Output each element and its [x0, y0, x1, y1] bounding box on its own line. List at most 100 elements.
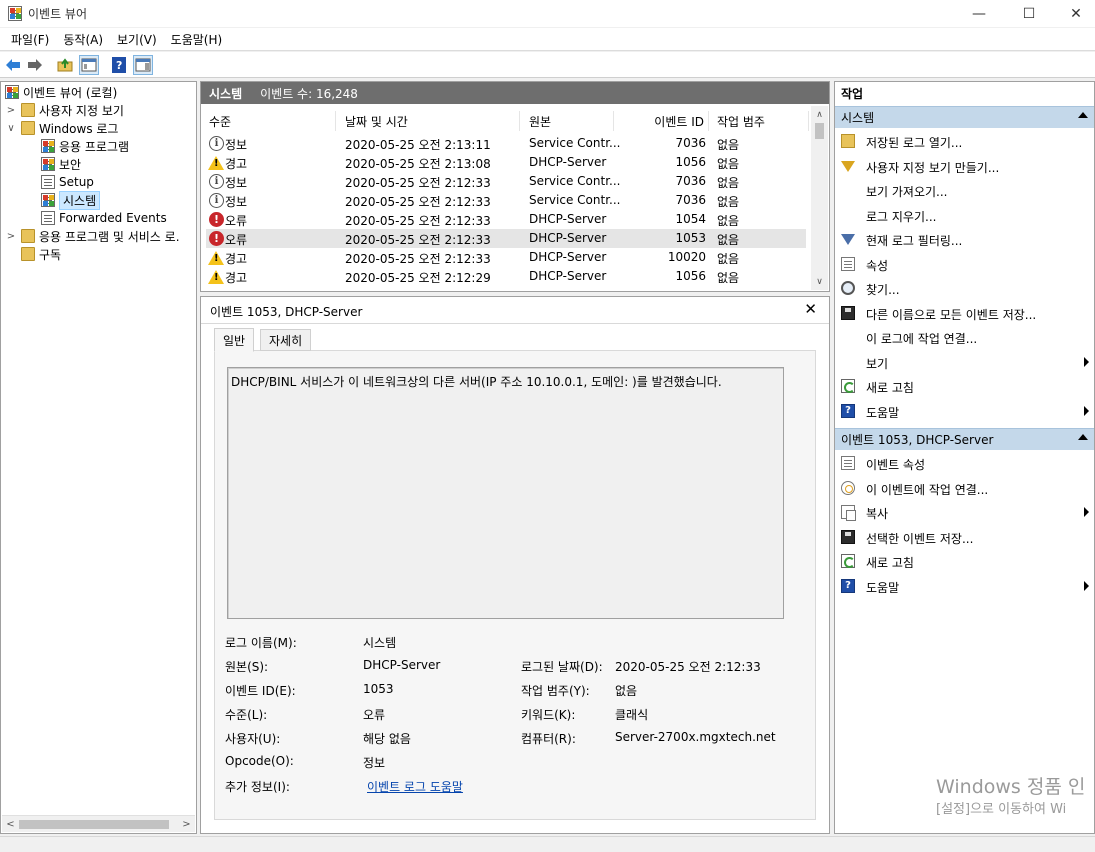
- column-source[interactable]: 원본: [521, 111, 614, 131]
- actions-section-system[interactable]: 시스템: [835, 106, 1094, 128]
- scroll-down-icon[interactable]: ∨: [812, 274, 827, 289]
- column-level[interactable]: 수준: [201, 111, 336, 131]
- tree-app-services[interactable]: > 응용 프로그램 및 서비스 로.: [5, 227, 180, 245]
- close-button[interactable]: ✕: [1053, 0, 1095, 27]
- menu-action[interactable]: 동작(A): [56, 31, 110, 48]
- event-row[interactable]: i 정보 2020-05-25 오전 2:13:11 Service Contr...…: [206, 134, 806, 153]
- event-row[interactable]: i 정보 2020-05-25 오전 2:12:33 Service Contr...…: [206, 172, 806, 191]
- minimize-button[interactable]: —: [956, 0, 1002, 27]
- action-label: 보기 가져오기...: [866, 185, 948, 199]
- help-icon: ?: [841, 403, 855, 418]
- maximize-button[interactable]: ☐: [1006, 0, 1052, 27]
- chevron-right-icon[interactable]: >: [5, 231, 17, 242]
- event-id: 1054: [675, 212, 706, 226]
- menu-help[interactable]: 도움말(H): [164, 31, 230, 48]
- action-item[interactable]: 찾기...: [835, 276, 1094, 300]
- action-item[interactable]: 보기 가져오기...: [835, 178, 1094, 202]
- chevron-down-icon[interactable]: ∨: [5, 123, 17, 134]
- event-list-header: 시스템 이벤트 수: 16,248: [201, 82, 829, 104]
- title-bar: 이벤트 뷰어 — ☐ ✕: [0, 0, 1095, 27]
- action-item[interactable]: 로그 지우기...: [835, 203, 1094, 227]
- level-value: 오류: [363, 708, 386, 722]
- tree-root[interactable]: 이벤트 뷰어 (로컬): [5, 83, 117, 101]
- event-row[interactable]: 경고 2020-05-25 오전 2:13:08 DHCP-Server 1056 없음: [206, 153, 806, 172]
- log-icon: [41, 175, 55, 189]
- back-icon[interactable]: [3, 55, 23, 75]
- scroll-right-icon[interactable]: >: [179, 817, 194, 832]
- chevron-right-icon[interactable]: >: [5, 105, 17, 116]
- collapse-icon[interactable]: [1078, 112, 1088, 118]
- action-item[interactable]: 새로 고침: [835, 374, 1094, 398]
- column-datetime[interactable]: 날짜 및 시간: [337, 111, 520, 131]
- action-item[interactable]: 다른 이름으로 모든 이벤트 저장...: [835, 301, 1094, 325]
- tree-log-application[interactable]: 응용 프로그램: [41, 137, 129, 155]
- action-label: 새로 고침: [866, 556, 914, 570]
- action-item[interactable]: 새로 고침: [835, 549, 1094, 573]
- event-source: Service Contr...: [529, 174, 621, 188]
- action-label: 로그 지우기...: [866, 209, 937, 224]
- tree-subscriptions[interactable]: 구독: [21, 245, 61, 263]
- tab-details[interactable]: 자세히: [260, 329, 312, 351]
- event-datetime: 2020-05-25 오전 2:12:29: [345, 271, 491, 285]
- close-detail-icon[interactable]: ✕: [804, 300, 817, 318]
- event-row[interactable]: ! 오류 2020-05-25 오전 2:12:33 DHCP-Server 1053 없…: [206, 229, 806, 248]
- scroll-thumb[interactable]: [19, 820, 169, 829]
- menu-bar: 파일(F) 동작(A) 보기(V) 도움말(H): [0, 28, 1095, 50]
- help-toolbar-icon[interactable]: ?: [109, 55, 129, 75]
- event-datetime: 2020-05-25 오전 2:13:11: [345, 138, 491, 152]
- event-description[interactable]: DHCP/BINL 서비스가 이 네트워크상의 다른 서버(IP 주소 10.1…: [227, 367, 784, 619]
- scroll-thumb[interactable]: [815, 123, 824, 139]
- event-id-label: 이벤트 ID(E):: [225, 684, 296, 698]
- action-item[interactable]: 이 이벤트에 작업 연결...: [835, 476, 1094, 500]
- event-log-help-link[interactable]: 이벤트 로그 도움말: [367, 778, 463, 795]
- tree-log-security[interactable]: 보안: [41, 155, 81, 173]
- help-icon: ?: [841, 578, 855, 593]
- tree-windows-logs[interactable]: ∨ Windows 로그: [5, 119, 118, 137]
- actions-section-event[interactable]: 이벤트 1053, DHCP-Server: [835, 428, 1094, 450]
- show-tree-icon[interactable]: [79, 55, 99, 75]
- divider: [201, 323, 829, 324]
- navigation-tree: 이벤트 뷰어 (로컬) > 사용자 지정 보기 ∨ Windows 로그 응용 …: [0, 81, 197, 834]
- event-row[interactable]: 경고 2020-05-25 오전 2:12:33 DHCP-Server 10020 없…: [206, 248, 806, 267]
- action-item[interactable]: ? 도움말: [835, 574, 1094, 598]
- log-name-label: 로그 이름(M):: [225, 636, 297, 650]
- keywords-label: 키워드(K):: [521, 708, 576, 722]
- show-action-pane-icon[interactable]: [133, 55, 153, 75]
- event-list-vertical-scrollbar[interactable]: ∧ ∨: [811, 106, 828, 290]
- action-item[interactable]: ? 도움말: [835, 399, 1094, 423]
- level-label: 수준(L):: [225, 708, 268, 722]
- event-row[interactable]: ! 오류 2020-05-25 오전 2:12:33 DHCP-Server 1054 없…: [206, 210, 806, 229]
- tree-app-services-label: 응용 프로그램 및 서비스 로.: [39, 229, 180, 244]
- event-properties-icon: [841, 456, 855, 470]
- tree-custom-views[interactable]: > 사용자 지정 보기: [5, 101, 124, 119]
- tree-log-forwarded[interactable]: Forwarded Events: [41, 209, 167, 227]
- menu-file[interactable]: 파일(F): [4, 31, 56, 48]
- action-item[interactable]: 이 로그에 작업 연결...: [835, 325, 1094, 349]
- action-item[interactable]: 복사: [835, 500, 1094, 524]
- action-item[interactable]: 저장된 로그 열기...: [835, 129, 1094, 153]
- scroll-left-icon[interactable]: <: [3, 817, 18, 832]
- column-event-id[interactable]: 이벤트 ID: [615, 111, 709, 131]
- collapse-icon[interactable]: [1078, 434, 1088, 440]
- forward-icon[interactable]: [25, 55, 45, 75]
- action-item[interactable]: 보기: [835, 350, 1094, 374]
- event-row[interactable]: i 정보 2020-05-25 오전 2:12:33 Service Contr...…: [206, 191, 806, 210]
- tree-log-setup[interactable]: Setup: [41, 173, 94, 191]
- menu-view[interactable]: 보기(V): [110, 31, 164, 48]
- action-item[interactable]: 속성: [835, 252, 1094, 276]
- scroll-up-icon[interactable]: ∧: [812, 107, 827, 122]
- event-id-value: 1053: [363, 682, 394, 696]
- up-folder-icon[interactable]: [55, 55, 75, 75]
- action-item[interactable]: 사용자 지정 보기 만들기...: [835, 154, 1094, 178]
- action-label: 복사: [866, 507, 889, 521]
- tab-general[interactable]: 일반: [214, 328, 255, 352]
- action-item[interactable]: 선택한 이벤트 저장...: [835, 525, 1094, 549]
- tree-horizontal-scrollbar[interactable]: < >: [2, 815, 195, 832]
- more-info-label: 추가 정보(I):: [225, 780, 290, 794]
- action-item[interactable]: 현재 로그 필터링...: [835, 227, 1094, 251]
- tree-log-system[interactable]: 시스템: [41, 190, 101, 210]
- event-row[interactable]: 경고 2020-05-25 오전 2:12:29 DHCP-Server 1056 없음: [206, 267, 806, 286]
- action-item[interactable]: 이벤트 속성: [835, 451, 1094, 475]
- column-task-category[interactable]: 작업 범주: [709, 111, 809, 131]
- event-source: DHCP-Server: [529, 250, 607, 264]
